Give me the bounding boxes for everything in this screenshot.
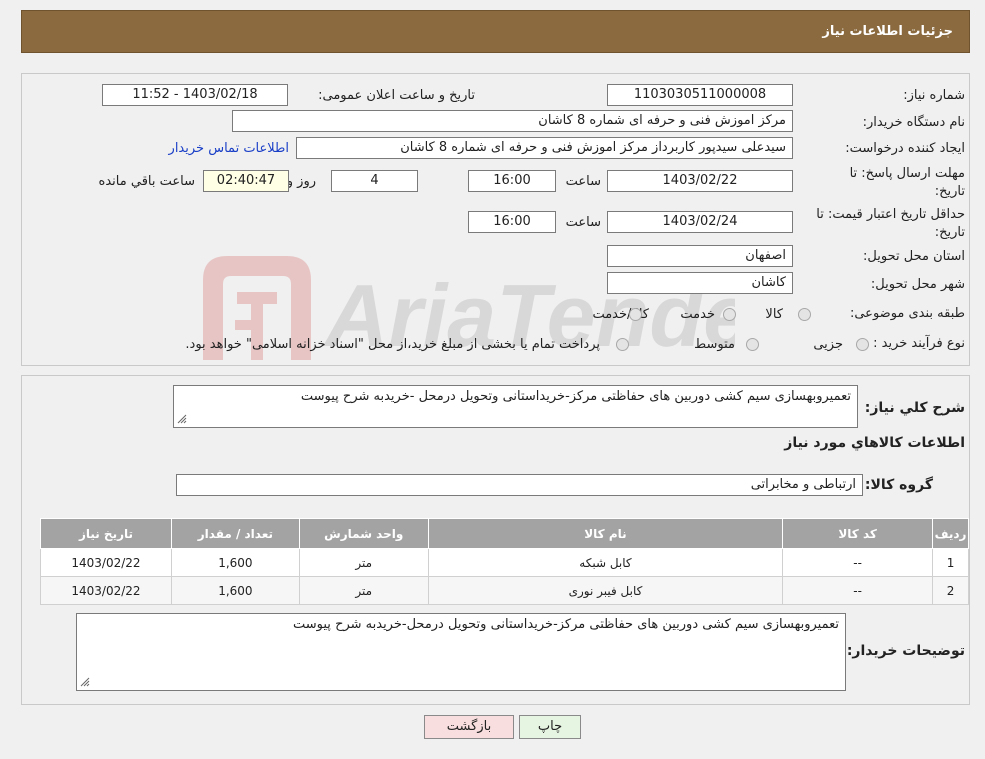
need-number-field: 1103030511000008 bbox=[607, 84, 793, 106]
description-label: شرح کلي نياز: bbox=[864, 400, 965, 416]
cell-need-date: 1403/02/22 bbox=[40, 576, 172, 605]
goods-table: ردیف کد کالا نام کالا واحد شمارش تعداد /… bbox=[40, 518, 969, 605]
buyer-notes-label: توضیحات خریدار: bbox=[846, 643, 965, 659]
resize-grip-icon[interactable] bbox=[80, 677, 90, 687]
deadline-label-line1: مهلت ارسال پاسخ: تا bbox=[849, 166, 965, 181]
goods-group-label: گروه کالا: bbox=[864, 477, 933, 493]
process-option-medium-radio[interactable] bbox=[746, 338, 759, 351]
table-row: 2 -- کابل فیبر نوری متر 1,600 1403/02/22 bbox=[40, 576, 969, 605]
remaining-time-field: 02:40:47 bbox=[203, 170, 289, 192]
cell-row-number: 1 bbox=[932, 548, 969, 577]
cell-goods-name: کابل فیبر نوری bbox=[427, 576, 784, 605]
back-button[interactable]: بازگشت bbox=[424, 715, 514, 739]
announce-date-field: 1403/02/18 - 11:52 bbox=[102, 84, 288, 106]
process-option-medium-label: متوسط bbox=[694, 337, 735, 352]
payment-note-checkbox[interactable] bbox=[616, 338, 629, 351]
cell-row-number: 2 bbox=[932, 576, 969, 605]
col-header-goods-name: نام کالا bbox=[427, 518, 784, 549]
payment-note: پرداخت تمام یا بخشی از مبلغ خرید،از محل … bbox=[185, 337, 600, 352]
category-option-both-radio[interactable] bbox=[629, 308, 642, 321]
deadline-time-label: ساعت bbox=[565, 174, 601, 189]
cell-goods-code: -- bbox=[782, 576, 934, 605]
requester-field: سیدعلی سیدپور کاربرداز مرکز اموزش فنی و … bbox=[296, 137, 793, 159]
col-header-unit: واحد شمارش bbox=[298, 518, 429, 549]
buyer-org-field: مرکز اموزش فنی و حرفه ای شماره 8 کاشان bbox=[232, 110, 793, 132]
validity-time-field: 16:00 bbox=[468, 211, 556, 233]
deadline-time-field: 16:00 bbox=[468, 170, 556, 192]
process-option-minor-label: جزیی bbox=[813, 337, 843, 352]
col-header-need-date: تاریخ نیاز bbox=[40, 518, 172, 549]
cell-goods-code: -- bbox=[782, 548, 934, 577]
need-number-label: شماره نیاز: bbox=[903, 88, 965, 103]
requester-label: ایجاد کننده درخواست: bbox=[845, 141, 965, 156]
cell-goods-name: کابل شبکه bbox=[427, 548, 784, 577]
days-field: 4 bbox=[331, 170, 418, 192]
category-option-goods-radio[interactable] bbox=[798, 308, 811, 321]
validity-time-label: ساعت bbox=[565, 215, 601, 230]
announce-date-label: تاریخ و ساعت اعلان عمومی: bbox=[318, 88, 475, 103]
description-textarea: تعمیروبهسازی سیم کشی دوربین های حفاظتی م… bbox=[173, 385, 858, 428]
table-row: 1 -- کابل شبکه متر 1,600 1403/02/22 bbox=[40, 548, 969, 577]
page-header: جزئیات اطلاعات نیاز bbox=[21, 10, 970, 53]
col-header-goods-code: کد کالا bbox=[782, 518, 934, 549]
days-label: روز و bbox=[286, 174, 316, 189]
process-label: نوع فرآیند خرید : bbox=[873, 336, 965, 351]
validity-date-field: 1403/02/24 bbox=[607, 211, 793, 233]
buyer-notes-textarea: تعمیروبهسازی سیم کشی دوربین های حفاظتی م… bbox=[76, 613, 846, 691]
goods-section-title: اطلاعات کالاهاي مورد نياز bbox=[784, 435, 965, 451]
deadline-label-line2: تاریخ: bbox=[934, 184, 965, 199]
category-option-service-label: خدمت bbox=[680, 307, 715, 322]
col-header-quantity: تعداد / مقدار bbox=[170, 518, 300, 549]
validity-label-line2: تاریخ: bbox=[934, 225, 965, 240]
process-option-minor-radio[interactable] bbox=[856, 338, 869, 351]
city-label: شهر محل تحویل: bbox=[870, 277, 965, 292]
category-label: طبقه بندی موضوعی: bbox=[849, 306, 965, 321]
print-button[interactable]: چاپ bbox=[519, 715, 581, 739]
province-field: اصفهان bbox=[607, 245, 793, 267]
remaining-time-label: ساعت باقي مانده bbox=[98, 174, 195, 189]
deadline-date-field: 1403/02/22 bbox=[607, 170, 793, 192]
cell-need-date: 1403/02/22 bbox=[40, 548, 172, 577]
page-title: جزئیات اطلاعات نیاز bbox=[822, 24, 953, 39]
description-text: تعمیروبهسازی سیم کشی دوربین های حفاظتی م… bbox=[300, 389, 851, 404]
validity-label-line1: حداقل تاریخ اعتبار قیمت: تا bbox=[816, 207, 965, 222]
buyer-contact-link[interactable]: اطلاعات تماس خریدار bbox=[169, 141, 289, 156]
cell-unit: متر bbox=[298, 576, 429, 605]
city-field: کاشان bbox=[607, 272, 793, 294]
col-header-row-number: ردیف bbox=[932, 518, 969, 549]
watermark-logo: AriaTender.neT bbox=[203, 256, 735, 365]
cell-quantity: 1,600 bbox=[170, 548, 300, 577]
resize-grip-icon[interactable] bbox=[177, 414, 187, 424]
category-option-service-radio[interactable] bbox=[723, 308, 736, 321]
buyer-notes-text: تعمیروبهسازی سیم کشی دوربین های حفاظتی م… bbox=[293, 617, 839, 632]
cell-unit: متر bbox=[298, 548, 429, 577]
province-label: استان محل تحویل: bbox=[863, 249, 965, 264]
category-option-goods-label: کالا bbox=[765, 307, 783, 322]
buyer-org-label: نام دستگاه خریدار: bbox=[862, 115, 965, 130]
goods-table-header: ردیف کد کالا نام کالا واحد شمارش تعداد /… bbox=[40, 518, 969, 549]
cell-quantity: 1,600 bbox=[170, 576, 300, 605]
goods-group-field: ارتباطی و مخابراتی bbox=[176, 474, 863, 496]
